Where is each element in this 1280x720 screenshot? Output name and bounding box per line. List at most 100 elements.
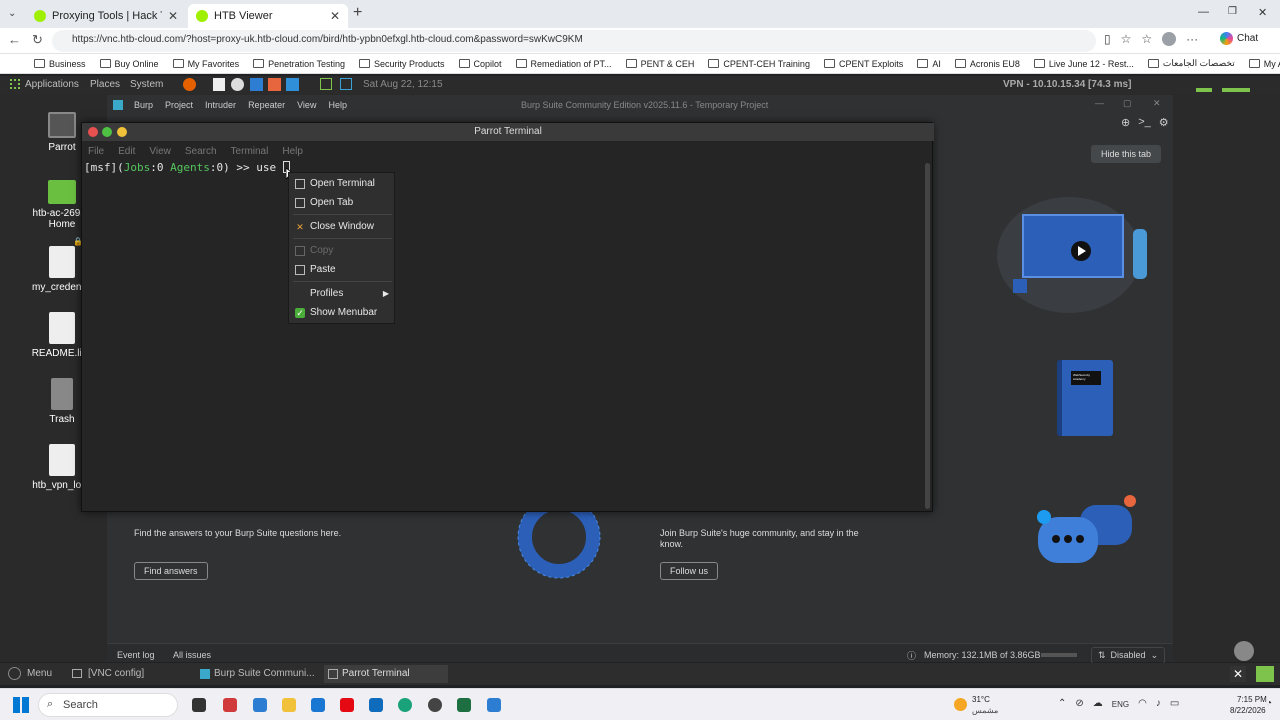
burp-menu-item[interactable]: Project — [165, 100, 193, 110]
store-icon[interactable] — [253, 698, 267, 712]
collections-icon[interactable]: ☆ — [1141, 32, 1152, 46]
battery-icon[interactable]: ▭ — [1170, 698, 1179, 709]
terminal-menu-item[interactable]: Help — [282, 146, 303, 159]
terminal-menu-item[interactable]: Terminal — [231, 146, 269, 159]
burp-menu-item[interactable]: View — [297, 100, 316, 110]
maximize-window-icon[interactable]: ❐ — [1228, 6, 1237, 17]
wifi-icon[interactable]: ◠ — [1138, 698, 1147, 709]
terminal-prompt-line[interactable]: [msf](Jobs:0 Agents:0) >> use — [84, 161, 290, 174]
menu-item-close-window[interactable]: ✕ Close Window — [289, 218, 396, 236]
volume-icon[interactable]: ♪ — [1156, 698, 1161, 709]
show-hidden-icons-icon[interactable]: ⌃ — [1058, 698, 1066, 709]
minimize-window-icon[interactable]: — — [1198, 6, 1209, 18]
burp-menu-item[interactable]: Intruder — [205, 100, 236, 110]
burp-menu-item[interactable]: Burp — [134, 100, 153, 110]
menu-item-open-terminal[interactable]: Open Terminal — [289, 175, 396, 193]
task-view-icon[interactable] — [192, 698, 206, 712]
windows-start-icon[interactable] — [13, 697, 29, 713]
burp-menu-item[interactable]: Help — [328, 100, 347, 110]
close-window-icon[interactable]: ✕ — [1258, 6, 1267, 19]
close-tab-icon[interactable]: ✕ — [324, 9, 340, 23]
tab-htb-viewer[interactable]: HTB Viewer ✕ — [188, 4, 348, 28]
bookmark-item[interactable]: Live June 12 - Rest... — [1034, 59, 1134, 69]
launcher-icon[interactable] — [340, 78, 352, 90]
terminal-scrollbar[interactable] — [925, 163, 930, 509]
terminal-menu-item[interactable]: Edit — [118, 146, 135, 159]
file-explorer-icon[interactable] — [282, 698, 296, 712]
burp-launcher-icon[interactable] — [268, 78, 281, 91]
terminal-menu-item[interactable]: File — [88, 146, 104, 159]
system-menu[interactable]: System — [130, 79, 163, 90]
firefox-launcher-icon[interactable] — [183, 78, 196, 91]
menu-item-profiles[interactable]: Profiles ▶ — [289, 285, 396, 303]
notification-bell-icon[interactable]: ◔ — [1266, 698, 1272, 709]
intercept-status-dropdown[interactable]: ⇅ Disabled ⌄ — [1091, 647, 1166, 664]
menu-item-show-menubar[interactable]: ✓ Show Menubar — [289, 304, 396, 322]
profile-avatar[interactable] — [1162, 32, 1177, 46]
favorite-star-icon[interactable]: ☆ — [1121, 32, 1132, 46]
menu-item-paste[interactable]: Paste — [289, 261, 396, 279]
bookmark-item[interactable]: تخصصات الجامعات — [1148, 58, 1235, 69]
menu-item-copy[interactable]: Copy — [289, 242, 396, 260]
bookmark-item[interactable]: AI — [917, 59, 941, 69]
menu-item-open-tab[interactable]: Open Tab — [289, 194, 396, 212]
bookmark-item[interactable]: Remediation of PT... — [516, 59, 612, 69]
clock-time[interactable]: 7:15 PM — [1237, 695, 1267, 704]
bookmark-item[interactable]: Copilot — [459, 59, 502, 69]
minimize-window-dot[interactable] — [102, 127, 112, 137]
outlook-icon[interactable] — [369, 698, 383, 712]
app-icon[interactable] — [428, 698, 442, 712]
terminal-menu-item[interactable]: Search — [185, 146, 217, 159]
burp-menu-item[interactable]: Repeater — [248, 100, 285, 110]
excel-icon[interactable] — [457, 698, 471, 712]
bookmark-item[interactable]: Penetration Testing — [253, 59, 345, 69]
globe-icon[interactable]: ⊕ — [1121, 116, 1130, 129]
window-task-terminal[interactable]: Parrot Terminal — [324, 665, 448, 683]
more-options-icon[interactable]: ··· — [1186, 32, 1198, 46]
netflix-icon[interactable] — [340, 698, 354, 712]
language-indicator[interactable]: ENG — [1112, 698, 1129, 709]
app-icon[interactable] — [223, 698, 237, 712]
terminal-prompt-icon[interactable]: >_ — [1138, 116, 1151, 129]
close-window-dot[interactable] — [88, 127, 98, 137]
find-answers-button[interactable]: Find answers — [134, 562, 208, 580]
cloud-icon[interactable]: ☁ — [1093, 698, 1103, 709]
window-task-vnc[interactable]: [VNC config] — [72, 665, 192, 683]
maximize-window-dot[interactable] — [117, 127, 127, 137]
gear-icon[interactable]: ⚙ — [1159, 116, 1169, 129]
vscode-launcher-icon[interactable] — [250, 78, 263, 91]
reload-icon[interactable]: ↻ — [32, 32, 43, 48]
reading-view-icon[interactable]: ▯ — [1104, 32, 1111, 46]
menu-button[interactable]: Menu — [27, 668, 52, 679]
copilot-chat-button[interactable]: Chat — [1220, 32, 1258, 45]
close-overlay-icon[interactable]: ✕ — [1230, 666, 1246, 682]
back-icon[interactable]: ← — [8, 32, 21, 47]
event-log-tab[interactable]: Event log — [117, 650, 155, 660]
bookmark-item[interactable]: Acronis EU8 — [955, 59, 1020, 69]
bookmark-item[interactable]: My Account | Gart... — [1249, 59, 1280, 69]
terminal-menu-item[interactable]: View — [149, 146, 171, 159]
launcher-icon[interactable] — [231, 78, 244, 91]
bookmark-item[interactable]: Business — [34, 59, 86, 69]
follow-us-button[interactable]: Follow us — [660, 562, 719, 580]
bookmark-item[interactable]: Security Products — [359, 59, 445, 69]
burp-close-icon[interactable]: ✕ — [1153, 98, 1161, 109]
close-tab-icon[interactable]: ✕ — [162, 9, 178, 23]
launcher-icon[interactable] — [213, 78, 225, 91]
tab-list-icon[interactable]: ⌄ — [8, 8, 16, 19]
burp-maximize-icon[interactable]: ▢ — [1123, 98, 1132, 109]
network-off-icon[interactable]: ⊘ — [1075, 698, 1083, 709]
terminal-launcher-icon[interactable] — [320, 78, 332, 90]
taskbar-search-box[interactable]: ⌕ Search — [38, 693, 178, 717]
bookmark-item[interactable]: CPENT Exploits — [824, 59, 903, 69]
all-issues-tab[interactable]: All issues — [173, 650, 211, 660]
bookmark-item[interactable]: My Favorites — [173, 59, 240, 69]
applications-menu[interactable]: Applications — [25, 79, 79, 90]
tab-proxying-tools[interactable]: Proxying Tools | Hack The Box Aca ✕ — [26, 4, 186, 28]
app-icon[interactable] — [487, 698, 501, 712]
edge-browser-icon[interactable] — [398, 698, 412, 712]
new-tab-button[interactable]: + — [353, 4, 362, 22]
clock-date[interactable]: 8/22/2026 — [1230, 706, 1266, 715]
address-bar[interactable]: https://vnc.htb-cloud.com/?host=proxy-uk… — [52, 30, 1096, 52]
bookmark-item[interactable]: PENT & CEH — [626, 59, 695, 69]
